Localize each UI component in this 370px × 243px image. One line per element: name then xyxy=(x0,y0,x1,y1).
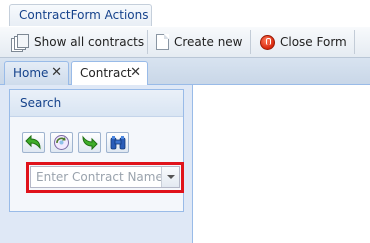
close-form-label: Close Form xyxy=(280,35,347,49)
toolbar-separator xyxy=(147,30,148,54)
left-sidebar: Search Enter Contract Name xyxy=(0,85,193,243)
contract-content-area: Search Enter Contract Name xyxy=(0,85,370,243)
contract-name-combobox[interactable]: Enter Contract Name xyxy=(30,166,180,188)
dropdown-trigger[interactable] xyxy=(161,167,179,187)
document-tab-strip: Home ✕ Contract ✕ xyxy=(0,58,370,86)
chevron-down-icon xyxy=(166,175,175,179)
search-panel: Search Enter Contract Name xyxy=(9,89,184,212)
search-panel-title: Search xyxy=(10,90,183,117)
ribbon-tab-strip: ContractForm Actions xyxy=(0,0,370,28)
create-new-button[interactable]: Create new xyxy=(156,27,243,57)
toolbar-separator xyxy=(354,30,355,54)
close-tab-contract-icon[interactable]: ✕ xyxy=(130,62,141,84)
forward-green-arrow-icon[interactable] xyxy=(78,132,101,153)
search-action-buttons xyxy=(22,132,129,153)
tab-home[interactable]: Home ✕ xyxy=(4,61,69,85)
back-green-arrow-icon[interactable] xyxy=(22,132,45,153)
toolbar-separator xyxy=(250,30,251,54)
app-window: ContractForm Actions Show all contracts … xyxy=(0,0,370,243)
tab-home-label: Home xyxy=(13,66,49,80)
close-form-button[interactable]: Close Form xyxy=(260,27,347,57)
copy-pages-icon xyxy=(11,34,29,52)
binoculars-icon[interactable] xyxy=(106,132,129,153)
show-all-contracts-label: Show all contracts xyxy=(34,35,145,49)
ribbon-toolbar: Show all contracts Create new Close Form xyxy=(0,27,370,58)
close-tab-home-icon[interactable]: ✕ xyxy=(51,62,62,84)
show-all-contracts-button[interactable]: Show all contracts xyxy=(11,27,144,57)
contract-name-input[interactable]: Enter Contract Name xyxy=(36,167,163,187)
new-document-icon xyxy=(156,34,169,50)
refresh-globe-icon[interactable] xyxy=(50,132,73,153)
ribbon-tab-contractform-actions[interactable]: ContractForm Actions xyxy=(9,4,152,26)
stop-icon xyxy=(260,34,275,50)
tab-contract[interactable]: Contract ✕ xyxy=(71,61,148,86)
create-new-label: Create new xyxy=(174,35,243,49)
tab-contract-label: Contract xyxy=(80,66,132,80)
